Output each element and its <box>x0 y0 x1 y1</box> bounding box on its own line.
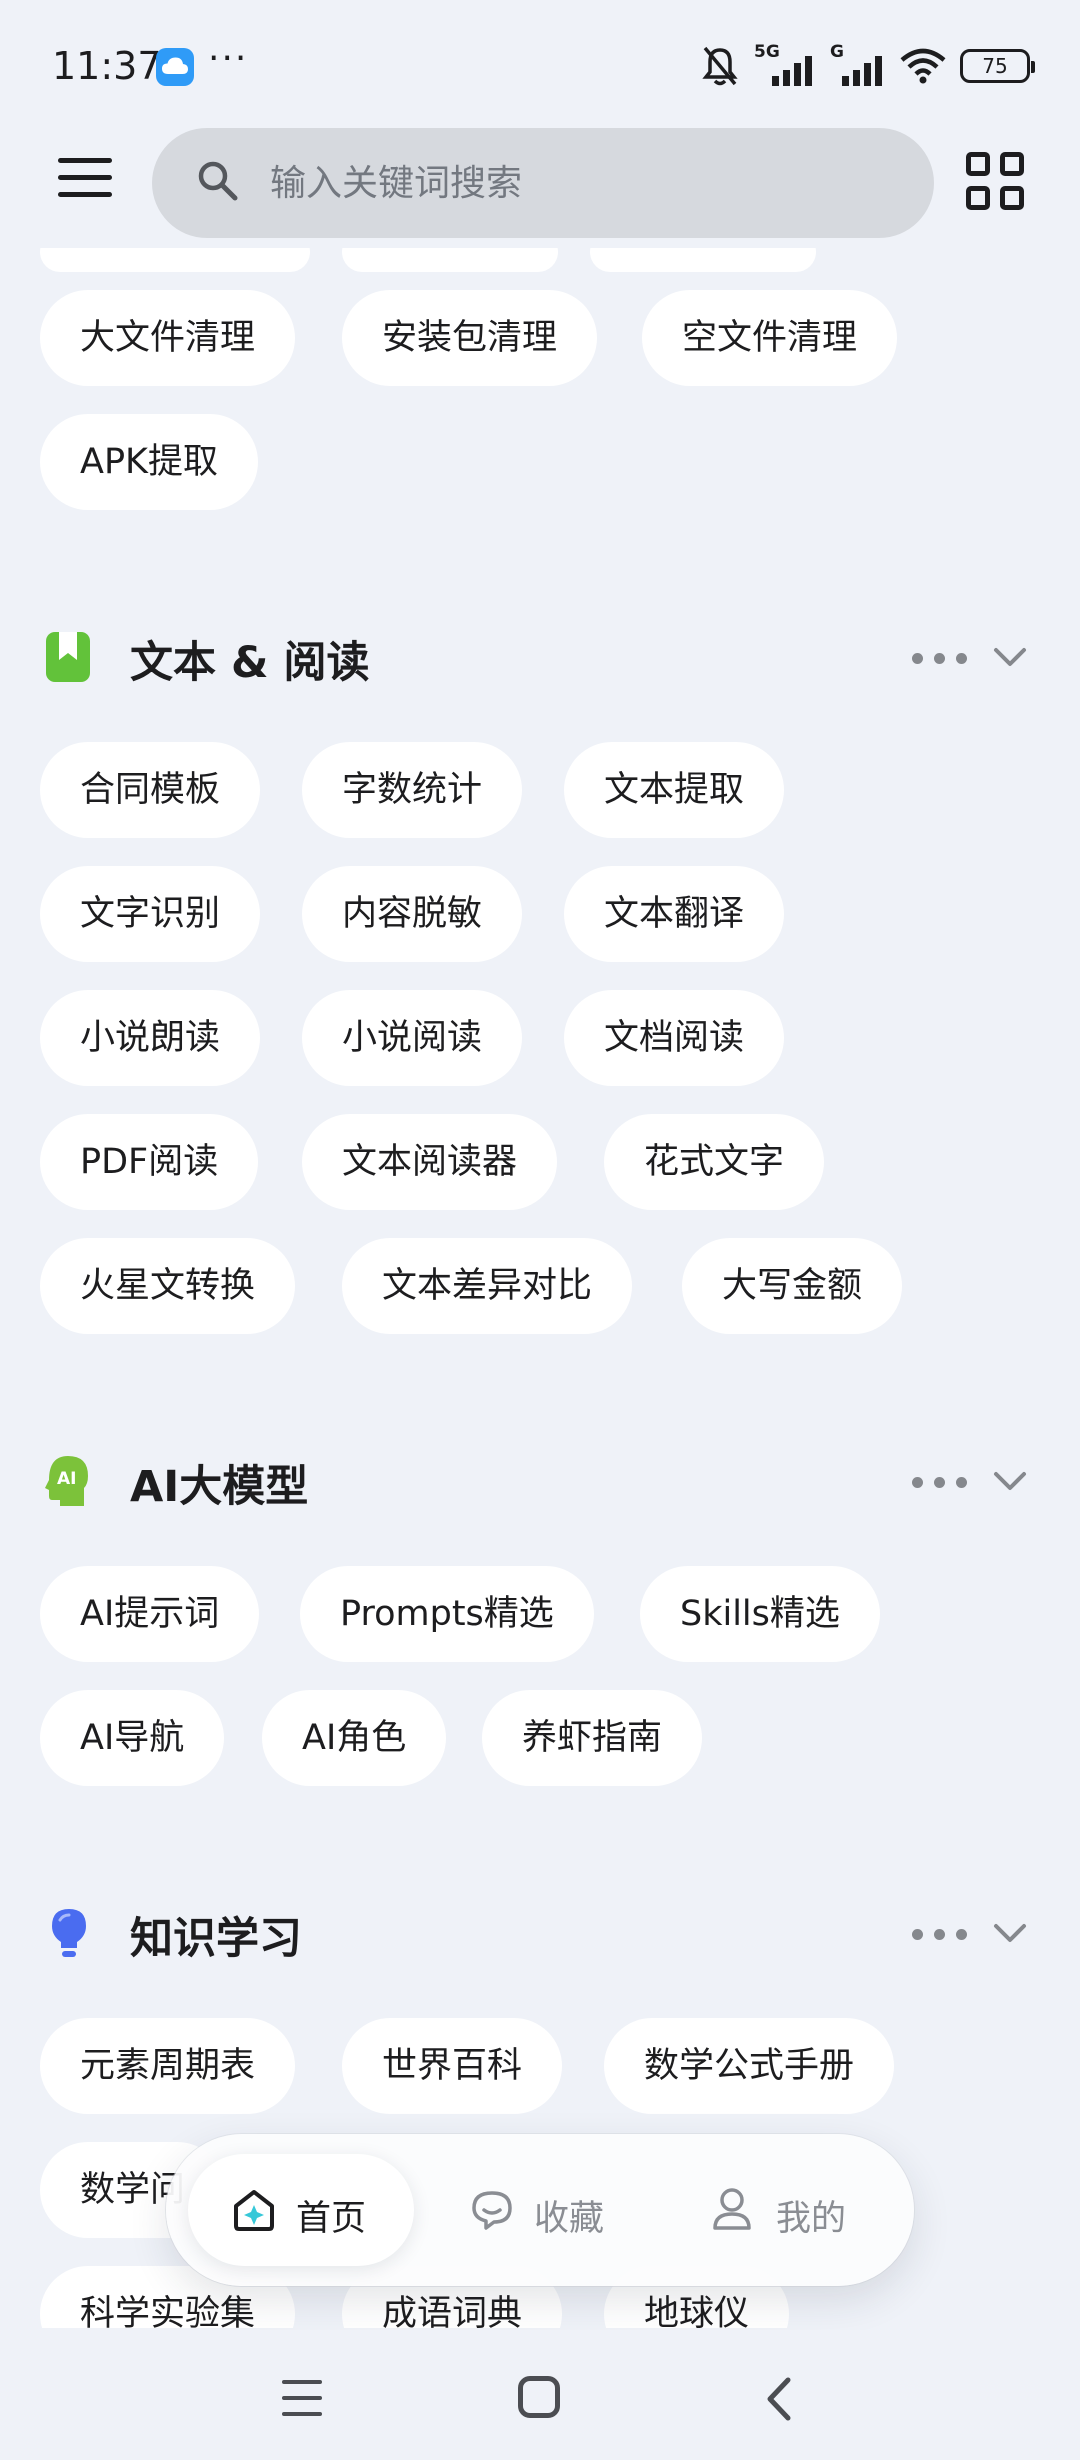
nav-favorites-label: 收藏 <box>534 2199 605 2239</box>
chip-pdf-reading[interactable]: PDF阅读 <box>40 1114 259 1210</box>
chip-shrimp-guide[interactable]: 养虾指南 <box>482 1690 703 1786</box>
grid-view-icon[interactable] <box>966 152 1024 210</box>
more-options-icon[interactable] <box>910 638 970 678</box>
more-notifications-icon: ··· <box>208 38 249 79</box>
status-bar: 11:37 ··· 5G G 75 <box>0 0 1080 130</box>
section-header-text-reading: 文本 & 阅读 <box>40 622 1040 692</box>
mute-bell-icon <box>702 46 738 86</box>
svg-text:AI: AI <box>57 1469 76 1489</box>
chip-word-count[interactable]: 字数统计 <box>302 742 523 838</box>
system-home-icon[interactable] <box>518 2376 560 2418</box>
chip-text-diff[interactable]: 文本差异对比 <box>342 1238 633 1334</box>
nav-mine[interactable]: 我的 <box>686 2154 886 2266</box>
more-options-icon[interactable] <box>910 1914 970 1954</box>
nav-home-label: 首页 <box>296 2199 367 2239</box>
profile-icon <box>713 2188 751 2230</box>
chip-novel-read-aloud[interactable]: 小说朗读 <box>40 990 261 1086</box>
chip-prompts-selected[interactable]: Prompts精选 <box>300 1566 594 1662</box>
search-icon <box>198 161 238 201</box>
more-options-icon[interactable] <box>910 1462 970 1502</box>
chip-content-desensitize[interactable]: 内容脱敏 <box>302 866 523 962</box>
chip-apk-extract[interactable]: APK提取 <box>40 414 259 510</box>
bottom-nav: 首页 收藏 我的 <box>166 2134 914 2286</box>
chip-large-file-clean[interactable]: 大文件清理 <box>40 290 296 386</box>
lightbulb-icon <box>52 1909 86 1957</box>
chip-document-reading[interactable]: 文档阅读 <box>564 990 785 1086</box>
chevron-down-icon[interactable] <box>990 1916 1030 1950</box>
chip-text-recognition[interactable]: 文字识别 <box>40 866 261 962</box>
chip-ai-navigation[interactable]: AI导航 <box>40 1690 225 1786</box>
bookmark-icon <box>46 632 90 682</box>
search-input[interactable] <box>270 155 870 211</box>
back-icon[interactable] <box>760 2376 800 2422</box>
chip-partial[interactable] <box>590 248 816 272</box>
chip-apk-file-clean[interactable]: 安装包清理 <box>342 290 598 386</box>
search-bar[interactable] <box>152 128 934 238</box>
chip-text-extract[interactable]: 文本提取 <box>564 742 785 838</box>
section-title: AI大模型 <box>130 1462 309 1512</box>
recent-apps-icon[interactable] <box>282 2380 322 2416</box>
chip-contract-template[interactable]: 合同模板 <box>40 742 261 838</box>
section-header-knowledge: 知识学习 <box>40 1898 1040 1968</box>
screen: 11:37 ··· 5G G 75 输入关键词搜索 大文件清理 安装包清理 空文… <box>0 0 1080 2460</box>
chip-martian-text[interactable]: 火星文转换 <box>40 1238 296 1334</box>
nav-home[interactable]: 首页 <box>188 2154 414 2266</box>
chip-ai-roles[interactable]: AI角色 <box>262 1690 447 1786</box>
system-nav-bar <box>0 2330 1080 2460</box>
status-time: 11:37 <box>52 44 162 88</box>
chip-text-translate[interactable]: 文本翻译 <box>564 866 785 962</box>
tool-list[interactable]: 大文件清理 安装包清理 空文件清理 APK提取 文本 & 阅读 合同模板 字数统… <box>0 248 1080 2328</box>
status-icons: 5G G 75 <box>700 42 1035 88</box>
chip-novel-reading[interactable]: 小说阅读 <box>302 990 523 1086</box>
ai-head-icon: AI <box>45 1456 88 1506</box>
chip-math-formulas[interactable]: 数学公式手册 <box>604 2018 895 2114</box>
chip-capital-amount[interactable]: 大写金额 <box>682 1238 903 1334</box>
chip-text-reader[interactable]: 文本阅读器 <box>302 1114 558 1210</box>
home-icon <box>234 2190 274 2231</box>
signal-5g-icon: 5G <box>754 42 816 86</box>
favorites-icon <box>472 2191 512 2230</box>
chip-partial[interactable] <box>342 248 558 272</box>
chip-world-encyclopedia[interactable]: 世界百科 <box>342 2018 563 2114</box>
chip-partial[interactable] <box>40 248 310 272</box>
chip-periodic-table[interactable]: 元素周期表 <box>40 2018 296 2114</box>
cloud-app-icon <box>156 48 194 86</box>
section-title: 知识学习 <box>130 1914 302 1964</box>
chip-skills-selected[interactable]: Skills精选 <box>640 1566 880 1662</box>
chip-ai-prompts[interactable]: AI提示词 <box>40 1566 260 1662</box>
section-title: 文本 & 阅读 <box>130 638 370 688</box>
signal-g-icon: G <box>830 42 886 86</box>
nav-favorites[interactable]: 收藏 <box>456 2154 656 2266</box>
battery-icon: 75 <box>960 49 1035 83</box>
section-header-ai-models: AI AI大模型 <box>40 1446 1040 1516</box>
chip-fancy-text[interactable]: 花式文字 <box>604 1114 825 1210</box>
chevron-down-icon[interactable] <box>990 640 1030 674</box>
menu-icon[interactable] <box>58 158 112 206</box>
nav-mine-label: 我的 <box>776 2199 847 2239</box>
wifi-icon <box>900 48 946 84</box>
chevron-down-icon[interactable] <box>990 1464 1030 1498</box>
chip-empty-file-clean[interactable]: 空文件清理 <box>642 290 898 386</box>
